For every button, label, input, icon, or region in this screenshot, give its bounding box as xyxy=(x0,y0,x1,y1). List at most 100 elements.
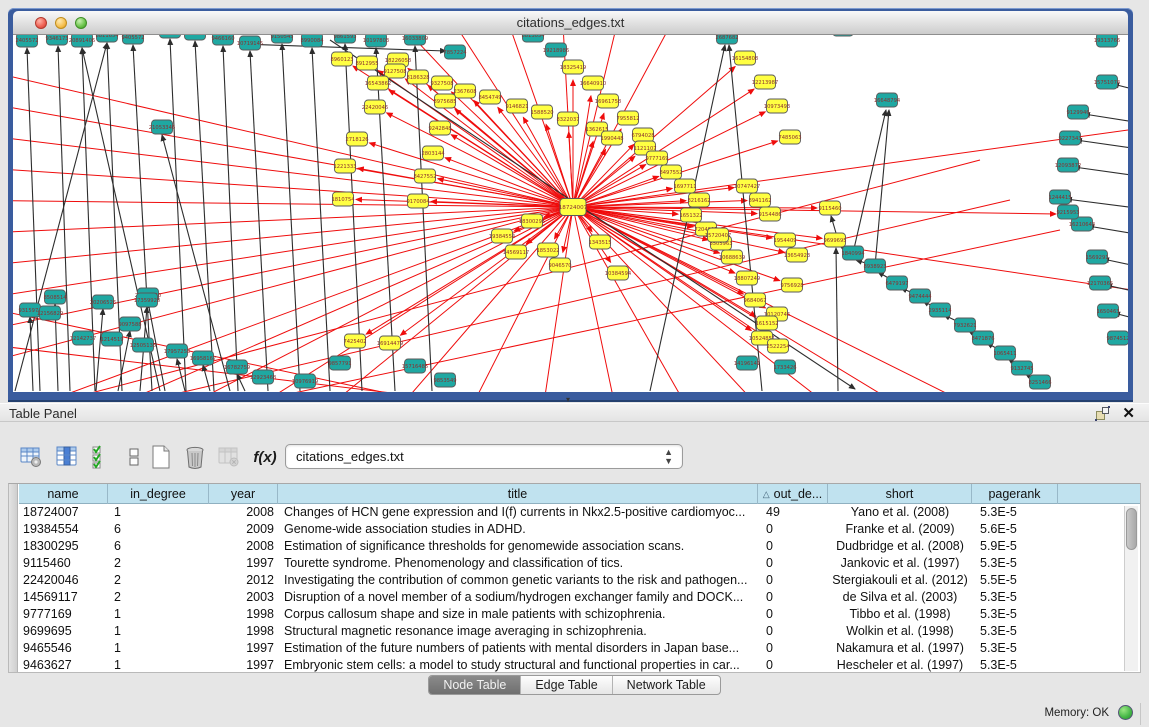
graph-node[interactable]: 16961758 xyxy=(595,94,621,108)
cell-short[interactable]: Wolkin et al. (1998) xyxy=(828,623,972,640)
scrollbar-thumb[interactable] xyxy=(1126,508,1137,550)
cell-year[interactable]: 2003 xyxy=(209,589,278,606)
column-header-filler[interactable] xyxy=(1058,484,1127,504)
graph-node[interactable]: 10197803 xyxy=(363,35,389,47)
cell-title[interactable]: Disruption of a novel member of a sodium… xyxy=(278,589,758,606)
graph-node[interactable]: 9115460 xyxy=(818,201,841,215)
graph-node[interactable]: 15751074 xyxy=(1094,75,1121,89)
cell-short[interactable]: Hescheler et al. (1997) xyxy=(828,657,972,672)
graph-node[interactable]: 9154486 xyxy=(758,207,781,221)
graph-node[interactable]: 10747427 xyxy=(734,179,760,193)
graph-node[interactable]: 9474444 xyxy=(908,289,932,303)
graph-node[interactable]: 8184974 xyxy=(831,35,855,36)
graph-node[interactable]: 22420046 xyxy=(362,100,388,114)
cell-in_degree[interactable]: 2 xyxy=(108,572,209,589)
black-edge[interactable] xyxy=(1074,167,1128,179)
graph-node[interactable]: 1733426 xyxy=(773,360,796,374)
function-builder-icon[interactable]: f(x) xyxy=(250,441,280,473)
red-edge[interactable] xyxy=(455,109,573,207)
graph-node[interactable]: 1853022 xyxy=(536,243,559,257)
cell-out_de...[interactable]: 0 xyxy=(758,657,828,672)
red-edge[interactable] xyxy=(13,207,573,340)
black-edge[interactable] xyxy=(195,41,214,391)
graph-node[interactable]: 8471876 xyxy=(971,331,994,345)
graph-node[interactable]: 9146821 xyxy=(505,99,528,113)
cell-in_degree[interactable]: 2 xyxy=(108,589,209,606)
graph-node[interactable]: 9684067 xyxy=(743,293,766,307)
graph-node[interactable]: 10653287 xyxy=(157,35,183,38)
graph-node[interactable]: 1810754 xyxy=(331,192,355,206)
graph-node[interactable]: 8975685 xyxy=(433,94,456,108)
graph-node[interactable]: 9242848 xyxy=(428,121,451,135)
table-row[interactable]: 969969511998Structural magnetic resonanc… xyxy=(19,623,1140,640)
table-row[interactable]: 977716911998Corpus callosum shape and si… xyxy=(19,606,1140,623)
graph-node[interactable]: 20206526 xyxy=(90,295,116,309)
graph-node[interactable]: 8427552 xyxy=(413,169,436,183)
cell-pagerank[interactable]: 5.3E-5 xyxy=(972,589,1058,606)
cell-in_degree[interactable]: 1 xyxy=(108,623,209,640)
cell-year[interactable]: 2008 xyxy=(209,538,278,555)
graph-node[interactable]: 9327508 xyxy=(430,76,453,90)
graph-node[interactable]: 20891406 xyxy=(69,35,95,47)
red-edge[interactable] xyxy=(13,165,573,207)
graph-node[interactable]: 7857224 xyxy=(443,45,467,59)
close-panel-icon[interactable]: ✕ xyxy=(1122,404,1135,422)
graph-node[interactable]: 8497552 xyxy=(659,165,682,179)
cell-short[interactable]: Stergiakouli et al. (2012) xyxy=(828,572,972,589)
graph-node[interactable]: 1065411 xyxy=(993,346,1016,360)
black-edge[interactable] xyxy=(177,359,185,391)
graph-node[interactable]: 10688639 xyxy=(719,250,745,264)
cell-year[interactable]: 2009 xyxy=(209,521,278,538)
graph-node[interactable]: 6794028 xyxy=(631,128,654,142)
cell-out_de...[interactable]: 0 xyxy=(758,606,828,623)
graph-node[interactable]: 19313766 xyxy=(1094,35,1120,47)
cell-out_de...[interactable]: 0 xyxy=(758,572,828,589)
cell-in_degree[interactable]: 1 xyxy=(108,606,209,623)
cell-pagerank[interactable]: 5.5E-5 xyxy=(972,572,1058,589)
graph-node[interactable]: 8938923 xyxy=(863,259,886,273)
graph-node[interactable]: 2687682 xyxy=(715,35,738,44)
graph-node[interactable]: 9046570 xyxy=(548,258,571,272)
graph-node[interactable]: 8251466 xyxy=(1028,375,1051,389)
graph-node[interactable]: 10976919 xyxy=(292,374,318,388)
column-header-title[interactable]: title xyxy=(278,484,758,504)
table-row[interactable]: 1938455462009Genome-wide association stu… xyxy=(19,521,1140,538)
graph-node[interactable]: 9132745 xyxy=(1010,361,1033,375)
graph-node[interactable]: 16648794 xyxy=(874,93,901,107)
black-edge[interactable] xyxy=(96,309,103,391)
cell-title[interactable]: Genome-wide association studies in ADHD. xyxy=(278,521,758,538)
cell-short[interactable]: de Silva et al. (2003) xyxy=(828,589,972,606)
graph-node[interactable]: 2522254 xyxy=(766,339,790,353)
graph-node[interactable]: 1244415 xyxy=(1048,190,1071,204)
cell-year[interactable]: 2008 xyxy=(209,504,278,521)
cell-name[interactable]: 9777169 xyxy=(19,606,108,623)
cell-out_de...[interactable]: 0 xyxy=(758,640,828,657)
cell-name[interactable]: 14569117 xyxy=(19,589,108,606)
cell-name[interactable]: 9115460 xyxy=(19,555,108,572)
cell-in_degree[interactable]: 1 xyxy=(108,640,209,657)
graph-node[interactable]: 9861593 xyxy=(333,35,356,43)
graph-node[interactable]: 7955812 xyxy=(616,111,639,125)
table-row[interactable]: 1456911722003Disruption of a novel membe… xyxy=(19,589,1140,606)
cell-name[interactable]: 9463627 xyxy=(19,657,108,672)
cell-year[interactable]: 1998 xyxy=(209,623,278,640)
graph-node[interactable]: 2405572 xyxy=(15,35,38,47)
black-edge[interactable] xyxy=(282,44,300,391)
graph-node[interactable]: 8811654 xyxy=(95,35,119,42)
graph-node[interactable]: 9853549 xyxy=(433,373,456,387)
graph-node[interactable]: 18300295 xyxy=(519,214,545,228)
graph-node[interactable]: 8454749 xyxy=(478,90,501,104)
graph-node[interactable]: 16543862 xyxy=(365,76,391,90)
cell-title[interactable]: Investigating the contribution of common… xyxy=(278,572,758,589)
graph-node[interactable]: 12142737 xyxy=(70,331,96,345)
tab-edge-table[interactable]: Edge Table xyxy=(521,676,612,694)
graph-node[interactable]: 17957253 xyxy=(164,344,190,358)
graph-node[interactable]: 9466160 xyxy=(211,35,234,45)
cell-name[interactable]: 9465546 xyxy=(19,640,108,657)
cell-title[interactable]: Estimation of the future numbers of pati… xyxy=(278,640,758,657)
table-row[interactable]: 946554611997Estimation of the future num… xyxy=(19,640,1140,657)
cell-name[interactable]: 18300295 xyxy=(19,538,108,555)
red-edge[interactable] xyxy=(13,207,573,235)
row-height-icon[interactable] xyxy=(119,441,149,473)
column-visibility-icon[interactable] xyxy=(52,441,82,473)
